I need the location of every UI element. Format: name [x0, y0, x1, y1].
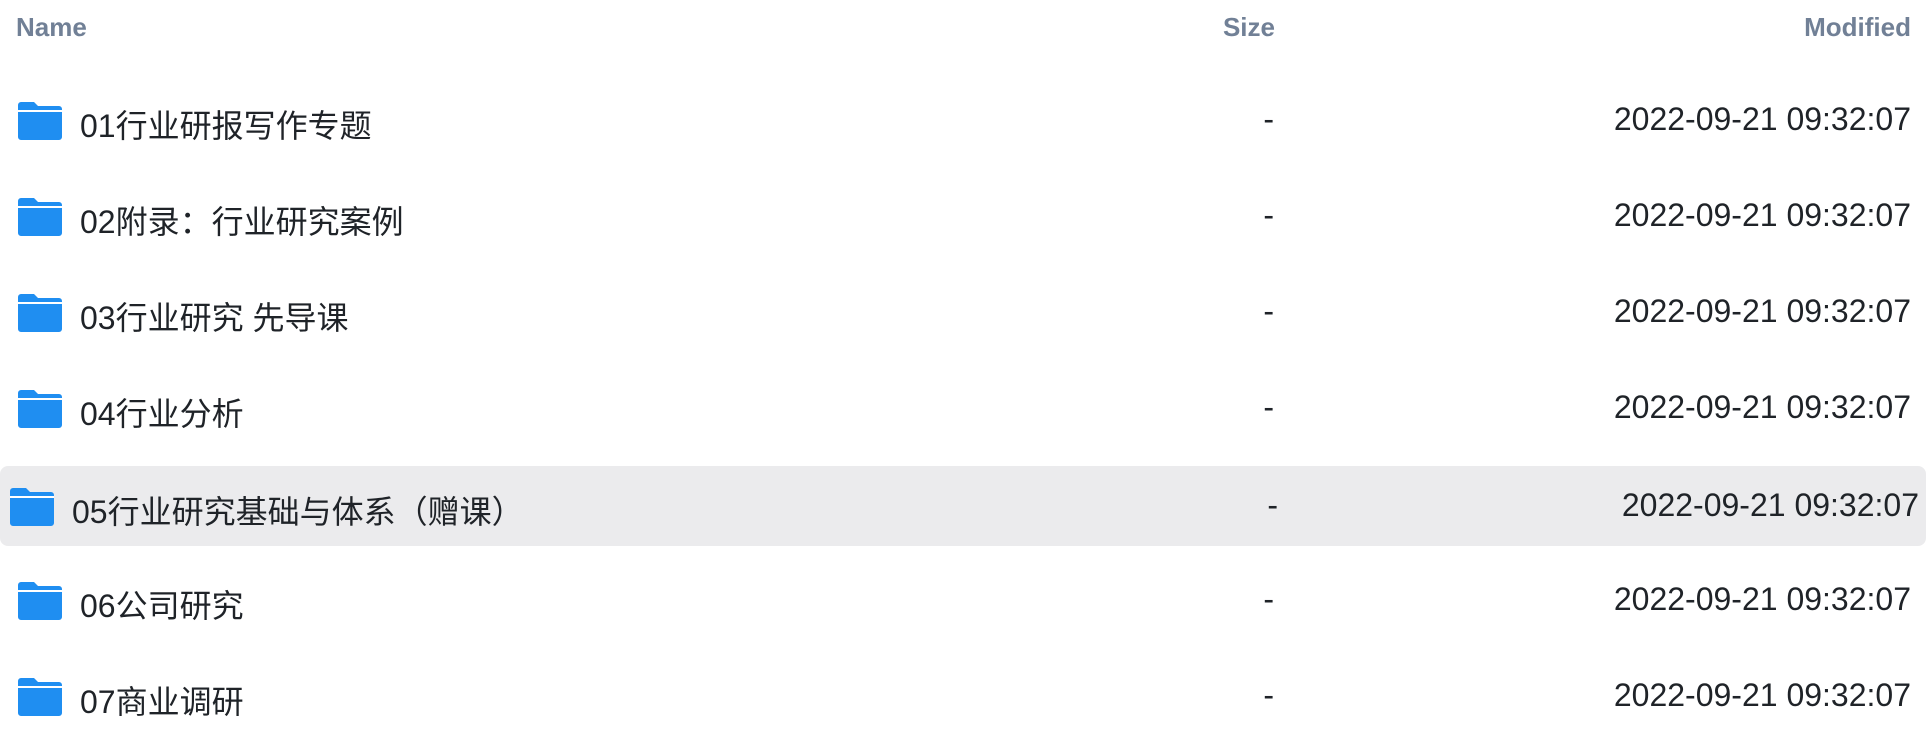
folder-name: 06公司研究	[80, 588, 244, 624]
column-header-size[interactable]: Size	[1223, 12, 1275, 43]
folder-row[interactable]: 03行业研究 先导课 - 2022-09-21 09:32:07	[0, 274, 1926, 354]
folder-size: -	[1263, 581, 1274, 617]
folder-size: -	[1263, 389, 1274, 425]
folder-name: 04行业分析	[80, 396, 244, 432]
folder-modified: 2022-09-21 09:32:07	[1613, 389, 1911, 425]
folder-row[interactable]: 07商业调研 - 2022-09-21 09:32:07	[0, 658, 1926, 738]
folder-size: -	[1263, 197, 1274, 233]
folder-modified: 2022-09-21 09:32:07	[1613, 101, 1911, 137]
folder-row-selected[interactable]: 05行业研究基础与体系（赠课） - 2022-09-21 09:32:07	[0, 466, 1926, 546]
column-header-modified[interactable]: Modified	[1804, 12, 1911, 43]
folder-icon	[18, 102, 62, 140]
folder-icon	[18, 198, 62, 236]
folder-row[interactable]: 01行业研报写作专题 - 2022-09-21 09:32:07	[0, 82, 1926, 162]
folder-icon	[10, 488, 54, 526]
folder-name: 07商业调研	[80, 684, 244, 720]
folder-row[interactable]: 06公司研究 - 2022-09-21 09:32:07	[0, 562, 1926, 642]
folder-icon	[18, 678, 62, 716]
folder-icon	[18, 390, 62, 428]
folder-size: -	[1263, 293, 1274, 329]
folder-name: 01行业研报写作专题	[80, 108, 372, 144]
folder-modified: 2022-09-21 09:32:07	[1613, 581, 1911, 617]
folder-name: 05行业研究基础与体系（赠课）	[72, 494, 524, 530]
folder-size: -	[1263, 677, 1274, 713]
file-rows: 01行业研报写作专题 - 2022-09-21 09:32:07 02附录：行业…	[0, 82, 1926, 750]
folder-icon	[18, 582, 62, 620]
file-list: Name Size Modified 01行业研报写作专题 - 2022-09-…	[0, 0, 1926, 750]
folder-icon	[18, 294, 62, 332]
folder-modified: 2022-09-21 09:32:07	[1613, 197, 1911, 233]
folder-size: -	[1267, 487, 1278, 523]
column-header: Name Size Modified	[0, 0, 1926, 56]
folder-size: -	[1263, 101, 1274, 137]
folder-modified: 2022-09-21 09:32:07	[1613, 293, 1911, 329]
folder-row[interactable]: 02附录：行业研究案例 - 2022-09-21 09:32:07	[0, 178, 1926, 258]
folder-name: 02附录：行业研究案例	[80, 204, 404, 240]
folder-name: 03行业研究 先导课	[80, 300, 349, 336]
folder-modified: 2022-09-21 09:32:07	[1613, 677, 1911, 713]
folder-row[interactable]: 04行业分析 - 2022-09-21 09:32:07	[0, 370, 1926, 450]
folder-modified: 2022-09-21 09:32:07	[1621, 487, 1919, 523]
column-header-name[interactable]: Name	[16, 12, 87, 43]
